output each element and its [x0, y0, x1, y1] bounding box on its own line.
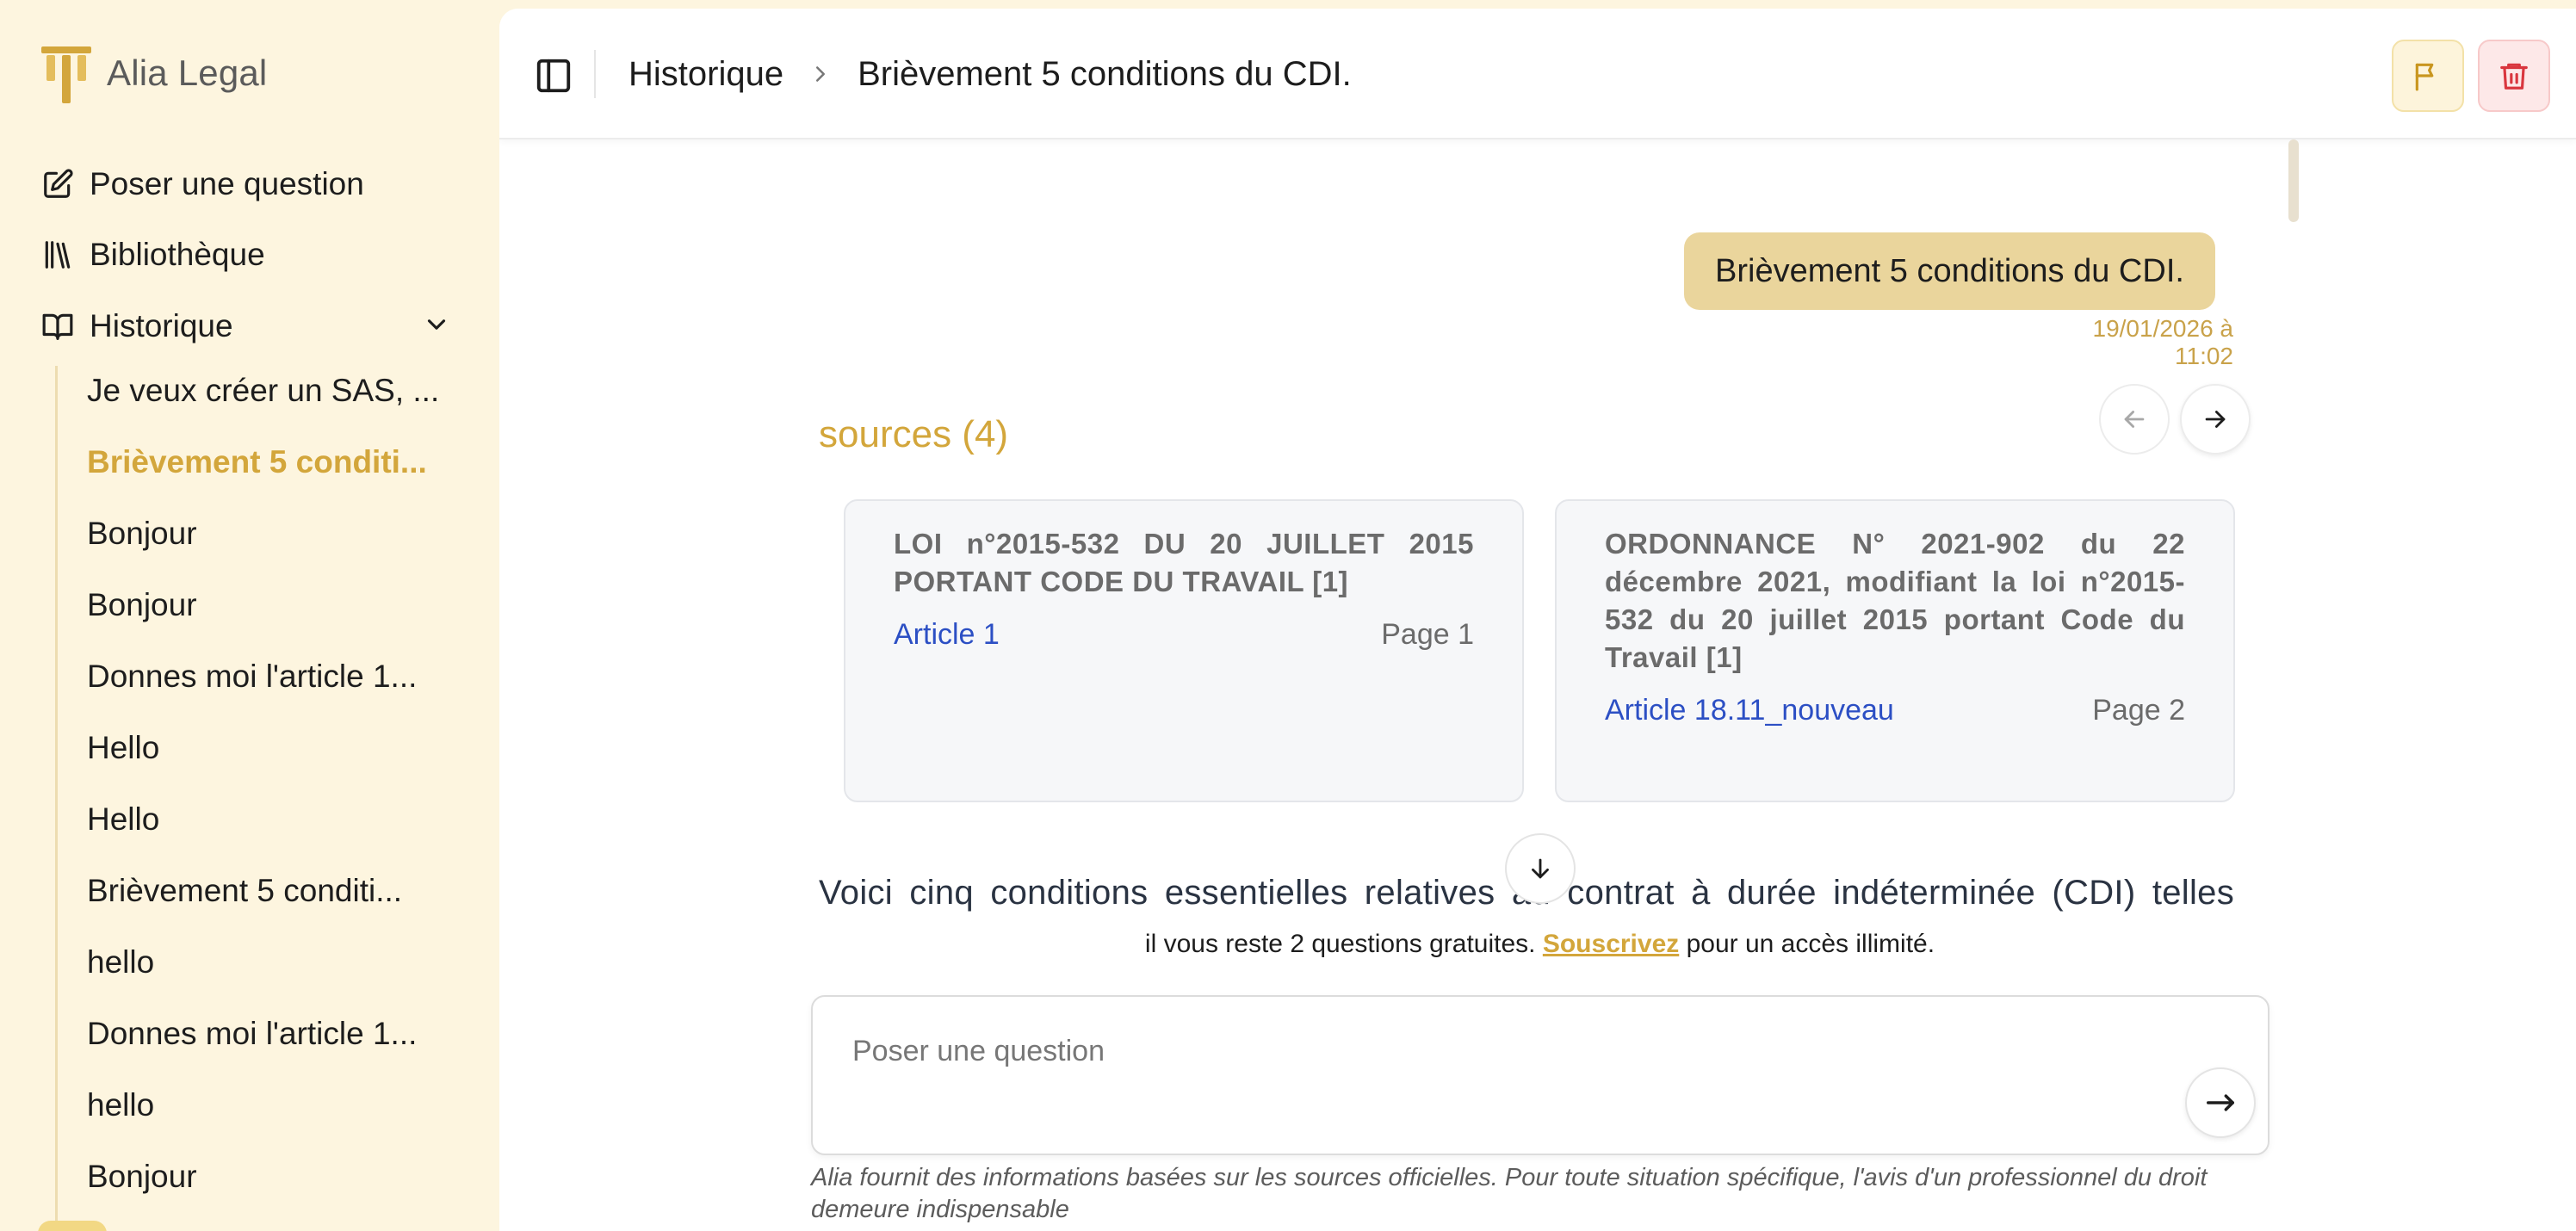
subscribe-link[interactable]: Souscrivez: [1543, 930, 1679, 958]
history-item[interactable]: Bonjour: [87, 510, 449, 581]
sources-prev-button[interactable]: [2099, 384, 2170, 455]
history-item[interactable]: Hello: [87, 795, 449, 867]
send-button[interactable]: [2185, 1067, 2256, 1138]
breadcrumb: Historique Brièvement 5 conditions du CD…: [629, 50, 1352, 98]
brand-name: Alia Legal: [107, 53, 268, 93]
source-page: Page 1: [1381, 618, 1474, 651]
chevron-right-icon: [816, 66, 826, 82]
brand[interactable]: Alia Legal: [41, 43, 267, 103]
sidebar-toggle-icon[interactable]: [534, 56, 573, 96]
arrow-right-icon: [2207, 1094, 2234, 1111]
history-item-active[interactable]: Brièvement 5 conditi...: [87, 438, 449, 510]
history-item[interactable]: Donnes moi l'article 1...: [87, 1010, 449, 1081]
flag-icon: [2415, 63, 2434, 91]
source-footer: Article 1 Page 1: [894, 618, 1474, 652]
alia-logo-icon: [41, 46, 91, 103]
nav-history[interactable]: Historique: [41, 302, 233, 350]
delete-button[interactable]: [2478, 40, 2550, 112]
source-card[interactable]: ORDONNANCE N° 2021-902 du 22 décembre 20…: [1555, 499, 2235, 802]
quota-suffix: pour un accès illimité.: [1679, 930, 1935, 958]
source-page: Page 2: [2092, 694, 2185, 727]
message-timestamp: 19/01/2026 à 11:02: [2092, 315, 2234, 369]
nav-ask-question-label: Poser une question: [90, 166, 364, 201]
source-article-link[interactable]: Article 1: [894, 618, 1000, 652]
breadcrumb-root[interactable]: Historique: [629, 55, 783, 94]
history-item[interactable]: Brièvement 5 conditi...: [87, 867, 449, 938]
sidebar: Alia Legal Poser une question Bibliothèq…: [0, 0, 499, 1231]
quota-text: il vous reste 2 questions gratuites.: [1144, 930, 1543, 958]
source-footer: Article 18.11_nouveau Page 2: [1605, 694, 2185, 727]
arrow-left-icon: [2124, 411, 2145, 428]
topbar-divider: [594, 50, 596, 98]
arrow-down-icon: [1532, 858, 1549, 879]
source-title: ORDONNANCE N° 2021-902 du 22 décembre 20…: [1605, 528, 2185, 673]
history-rail: [55, 366, 58, 1227]
history-item[interactable]: Bonjour: [87, 581, 449, 653]
user-message-bubble: Brièvement 5 conditions du CDI.: [1684, 232, 2215, 310]
source-card[interactable]: LOI n°2015-532 DU 20 JUILLET 2015 PORTAN…: [844, 499, 1524, 802]
source-article-link[interactable]: Article 18.11_nouveau: [1605, 694, 1894, 727]
history-item[interactable]: hello: [87, 938, 449, 1010]
breadcrumb-current: Brièvement 5 conditions du CDI.: [858, 54, 1352, 93]
history-item[interactable]: Donnes moi l'article 1...: [87, 653, 449, 724]
pencil-square-icon: [41, 168, 74, 201]
question-composer: [811, 995, 2269, 1155]
nav-library[interactable]: Bibliothèque: [41, 231, 265, 279]
nav-history-label: Historique: [90, 308, 233, 343]
scroll-down-button[interactable]: [1505, 833, 1576, 904]
question-input[interactable]: [851, 1030, 2142, 1073]
quota-notice: il vous reste 2 questions gratuites. Sou…: [499, 930, 2576, 959]
scrollbar-thumb[interactable]: [2288, 139, 2299, 222]
history-list: Je veux créer un SAS, ... Brièvement 5 c…: [87, 367, 449, 1224]
book-open-icon: [41, 310, 74, 343]
sources-title: sources (4): [819, 413, 1009, 455]
sidebar-bottom-button[interactable]: [38, 1221, 107, 1231]
sources-next-button[interactable]: [2180, 384, 2251, 455]
topbar: Historique Brièvement 5 conditions du CD…: [499, 9, 2576, 139]
nav-library-label: Bibliothèque: [90, 237, 265, 272]
library-icon: [41, 238, 74, 271]
nav-ask-question[interactable]: Poser une question: [41, 160, 364, 208]
main-panel: Historique Brièvement 5 conditions du CD…: [499, 9, 2576, 1231]
trash-icon: [2500, 63, 2528, 90]
disclaimer: Alia fournit des informations basées sur…: [811, 1164, 2208, 1223]
history-item[interactable]: Hello: [87, 724, 449, 795]
history-item[interactable]: hello: [87, 1081, 449, 1153]
chevron-down-icon[interactable]: [422, 310, 451, 339]
history-item[interactable]: Bonjour: [87, 1153, 449, 1224]
history-item[interactable]: Je veux créer un SAS, ...: [87, 367, 449, 438]
arrow-right-icon: [2205, 411, 2226, 428]
source-title: LOI n°2015-532 DU 20 JUILLET 2015 PORTAN…: [894, 528, 1474, 597]
report-button[interactable]: [2392, 40, 2464, 112]
